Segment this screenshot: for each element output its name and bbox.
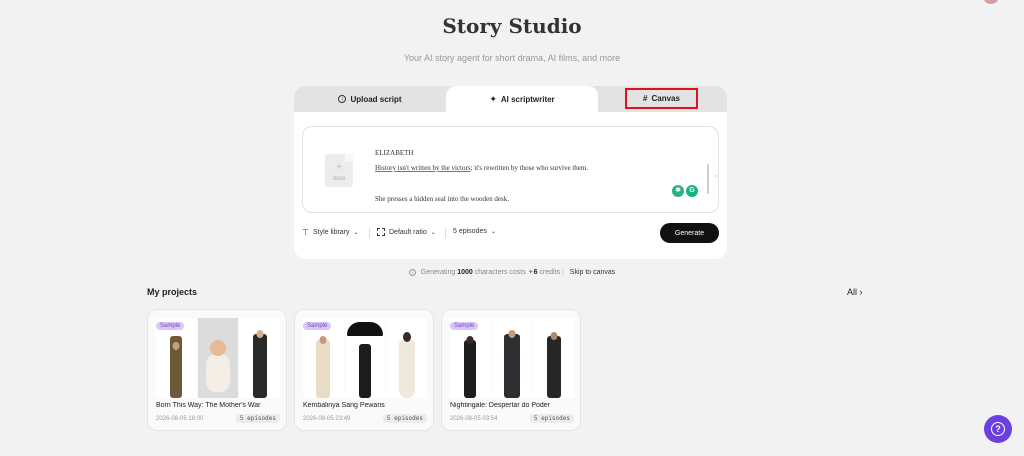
sample-badge: Sample xyxy=(450,322,479,330)
project-date: 2026-08-05 03:54 xyxy=(450,416,498,422)
upload-circle-icon: ↑ xyxy=(338,95,347,103)
project-thumbnails xyxy=(156,318,281,398)
sample-badge: Sample xyxy=(303,322,332,330)
editor-scrollbar[interactable] xyxy=(707,164,709,194)
episodes-badge: 5 episodes xyxy=(529,414,574,423)
tab-canvas[interactable]: # Canvas xyxy=(625,88,698,109)
sparkle-icon: ✦ xyxy=(489,93,497,104)
tab-upload-script[interactable]: ↑ Upload script xyxy=(294,86,446,112)
page-title: Story Studio xyxy=(442,14,582,38)
chevron-down-icon: ⌄ xyxy=(430,229,436,236)
info-middle: characters costs xyxy=(474,269,526,276)
cost-info: i Generating 1000 characters costs ✦6 cr… xyxy=(0,268,1024,276)
project-name: Born This Way: The Mother's War xyxy=(156,402,261,409)
chevron-down-icon: ⌄ xyxy=(490,229,496,235)
script-line-action: She presses a hidden seal into the woode… xyxy=(375,195,509,203)
credit-label: credits xyxy=(539,269,561,276)
ratio-dropdown[interactable]: Default ratio ⌄ xyxy=(377,228,436,236)
tab-label: Upload script xyxy=(350,94,402,104)
tab-label: AI scriptwriter xyxy=(500,94,555,104)
episodes-label: 5 episodes xyxy=(453,228,487,235)
divider xyxy=(369,228,370,238)
script-line-dialogue: History isn't written by the victors; it… xyxy=(375,164,588,172)
character-thumbnail xyxy=(239,318,281,398)
project-date: 2026-08-05 23:49 xyxy=(303,416,351,422)
grammar-assistant-badge[interactable]: ✱ G xyxy=(672,185,700,199)
sample-badge: Sample xyxy=(156,322,185,330)
character-thumbnail xyxy=(386,318,428,398)
all-projects-link[interactable]: All › xyxy=(847,287,863,297)
character-thumbnail xyxy=(491,318,533,398)
tab-strip: ↑ Upload script ✦ AI scriptwriter # Canv… xyxy=(294,86,727,112)
script-line-rest: ; it's rewritten by those who survive th… xyxy=(470,164,589,172)
episodes-badge: 5 episodes xyxy=(235,414,280,423)
script-panel: ↑ Upload script ✦ AI scriptwriter # Canv… xyxy=(294,86,727,259)
generate-button[interactable]: Generate xyxy=(660,223,719,243)
page-subtitle: Your AI story agent for short drama, AI … xyxy=(403,53,621,63)
lightbulb-icon[interactable]: ✱ xyxy=(672,185,684,197)
grammarly-icon[interactable]: G xyxy=(686,185,698,197)
project-card[interactable]: Sample Kembalinya Sang Pewaris 2026-08-0… xyxy=(294,309,434,431)
question-mark-icon: ? xyxy=(991,422,1005,436)
project-card[interactable]: Sample Born This Way: The Mother's War 2… xyxy=(147,309,287,431)
info-icon: i xyxy=(408,268,416,276)
character-thumbnail xyxy=(450,318,491,398)
character-thumbnail xyxy=(156,318,197,398)
project-thumbnails xyxy=(303,318,428,398)
character-thumbnail xyxy=(303,318,344,398)
docx-upload-thumbnail[interactable]: + docx xyxy=(325,154,353,187)
script-line-character: ELIZABETH xyxy=(375,149,414,157)
style-library-label: Style library xyxy=(312,229,350,236)
help-button[interactable]: ? xyxy=(984,415,1012,443)
char-count: 1000 xyxy=(457,269,473,276)
divider: | xyxy=(562,269,564,276)
plus-icon: + xyxy=(336,162,342,173)
options-toolbar: ⊤ Style library ⌄ Default ratio ⌄ 5 epis… xyxy=(302,223,719,245)
project-card[interactable]: Sample Nightingale: Despertar do Poder 2… xyxy=(441,309,581,431)
project-date: 2026-08-05 16:00 xyxy=(156,416,204,422)
all-label: All xyxy=(847,287,858,297)
ratio-label: Default ratio xyxy=(389,228,427,236)
character-thumbnail xyxy=(344,318,386,398)
credit-value: 6 xyxy=(533,269,538,276)
project-name: Nightingale: Despertar do Poder xyxy=(450,402,551,409)
divider xyxy=(445,228,446,238)
project-thumbnails xyxy=(450,318,575,398)
info-prefix: Generating xyxy=(420,269,456,276)
skip-to-canvas-link[interactable]: Skip to canvas xyxy=(570,269,616,276)
hash-icon: # xyxy=(643,94,648,103)
chevron-down-icon: ⌄ xyxy=(353,230,359,236)
projects-heading: My projects xyxy=(147,287,198,297)
tab-ai-scriptwriter[interactable]: ✦ AI scriptwriter xyxy=(446,86,598,112)
episodes-badge: 5 episodes xyxy=(382,414,427,423)
style-icon: ⊤ xyxy=(302,228,309,237)
character-thumbnail xyxy=(197,318,239,398)
user-avatar[interactable] xyxy=(984,0,998,4)
script-line-underlined: History isn't written by the victors xyxy=(375,164,471,172)
episodes-dropdown[interactable]: 5 episodes ⌄ xyxy=(453,228,496,235)
close-icon[interactable]: × xyxy=(715,174,718,180)
docx-label: docx xyxy=(332,176,346,182)
style-library-dropdown[interactable]: ⊤ Style library ⌄ xyxy=(302,228,359,237)
tab-label: Canvas xyxy=(651,94,680,103)
project-name: Kembalinya Sang Pewaris xyxy=(303,402,385,409)
ratio-frame-icon xyxy=(377,228,385,236)
script-editor[interactable]: + docx ELIZABETH History isn't written b… xyxy=(302,126,719,213)
character-thumbnail xyxy=(533,318,575,398)
chevron-right-icon: › xyxy=(859,287,863,297)
